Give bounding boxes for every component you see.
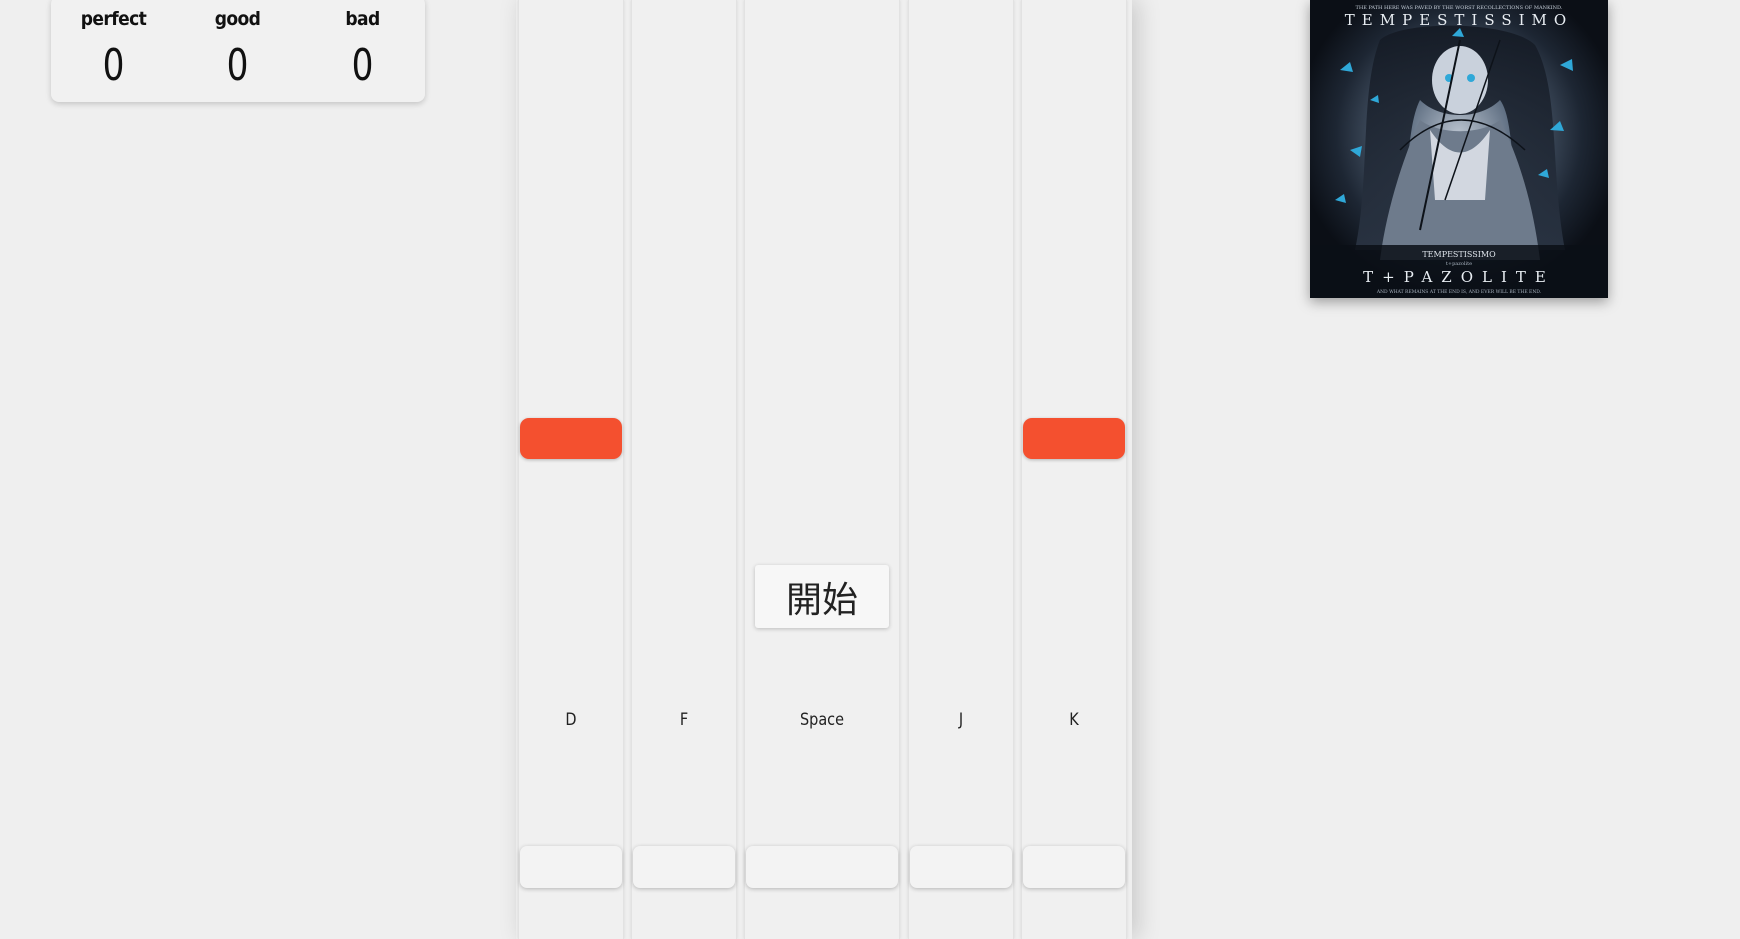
album-cover-art: THE PATH HERE WAS PAVED BY THE WORST REC… [1310,0,1608,298]
hit-pad-k[interactable] [1023,846,1125,888]
perfect-count: 0 [102,40,125,91]
bad-label: bad [345,8,380,30]
lane-key-label: D [565,710,577,730]
lane-d[interactable]: D [518,0,624,939]
lane-key-label: J [958,710,964,730]
hit-pad-space[interactable] [746,846,898,888]
lane-board: D F Space J K [516,0,1132,939]
hit-pad-f[interactable] [633,846,735,888]
cover-artist: T+PAZOLITE [1363,268,1555,286]
lane-key-label: F [679,710,689,730]
lane-j[interactable]: J [908,0,1014,939]
note [1023,418,1125,459]
lane-key-label: K [1069,710,1079,730]
score-panel: perfect 0 good 0 bad 0 [51,0,425,102]
cover-small-title: TEMPESTISSIMO [1422,250,1496,259]
good-count: 0 [226,40,249,91]
start-button[interactable]: 開始 [755,565,889,628]
lane-key-label: Space [799,710,845,730]
cover-title: TEMPESTISSIMO [1345,11,1573,29]
cover-small-artist: t+pazolite [1446,261,1472,267]
lane-f[interactable]: F [631,0,737,939]
cover-bottom-tagline: AND WHAT REMAINS AT THE END IS, AND EVER… [1376,289,1542,295]
hit-pad-j[interactable] [910,846,1012,888]
good-label: good [214,8,261,30]
album-cover: THE PATH HERE WAS PAVED BY THE WORST REC… [1310,0,1608,298]
rhythm-game-screen: perfect 0 good 0 bad 0 D F Space J K 開始 … [0,0,1740,939]
lane-space[interactable]: Space [744,0,900,939]
bad-count: 0 [351,40,374,91]
note [520,418,622,459]
lane-k[interactable]: K [1021,0,1127,939]
perfect-label: perfect [80,8,147,30]
hit-pad-d[interactable] [520,846,622,888]
